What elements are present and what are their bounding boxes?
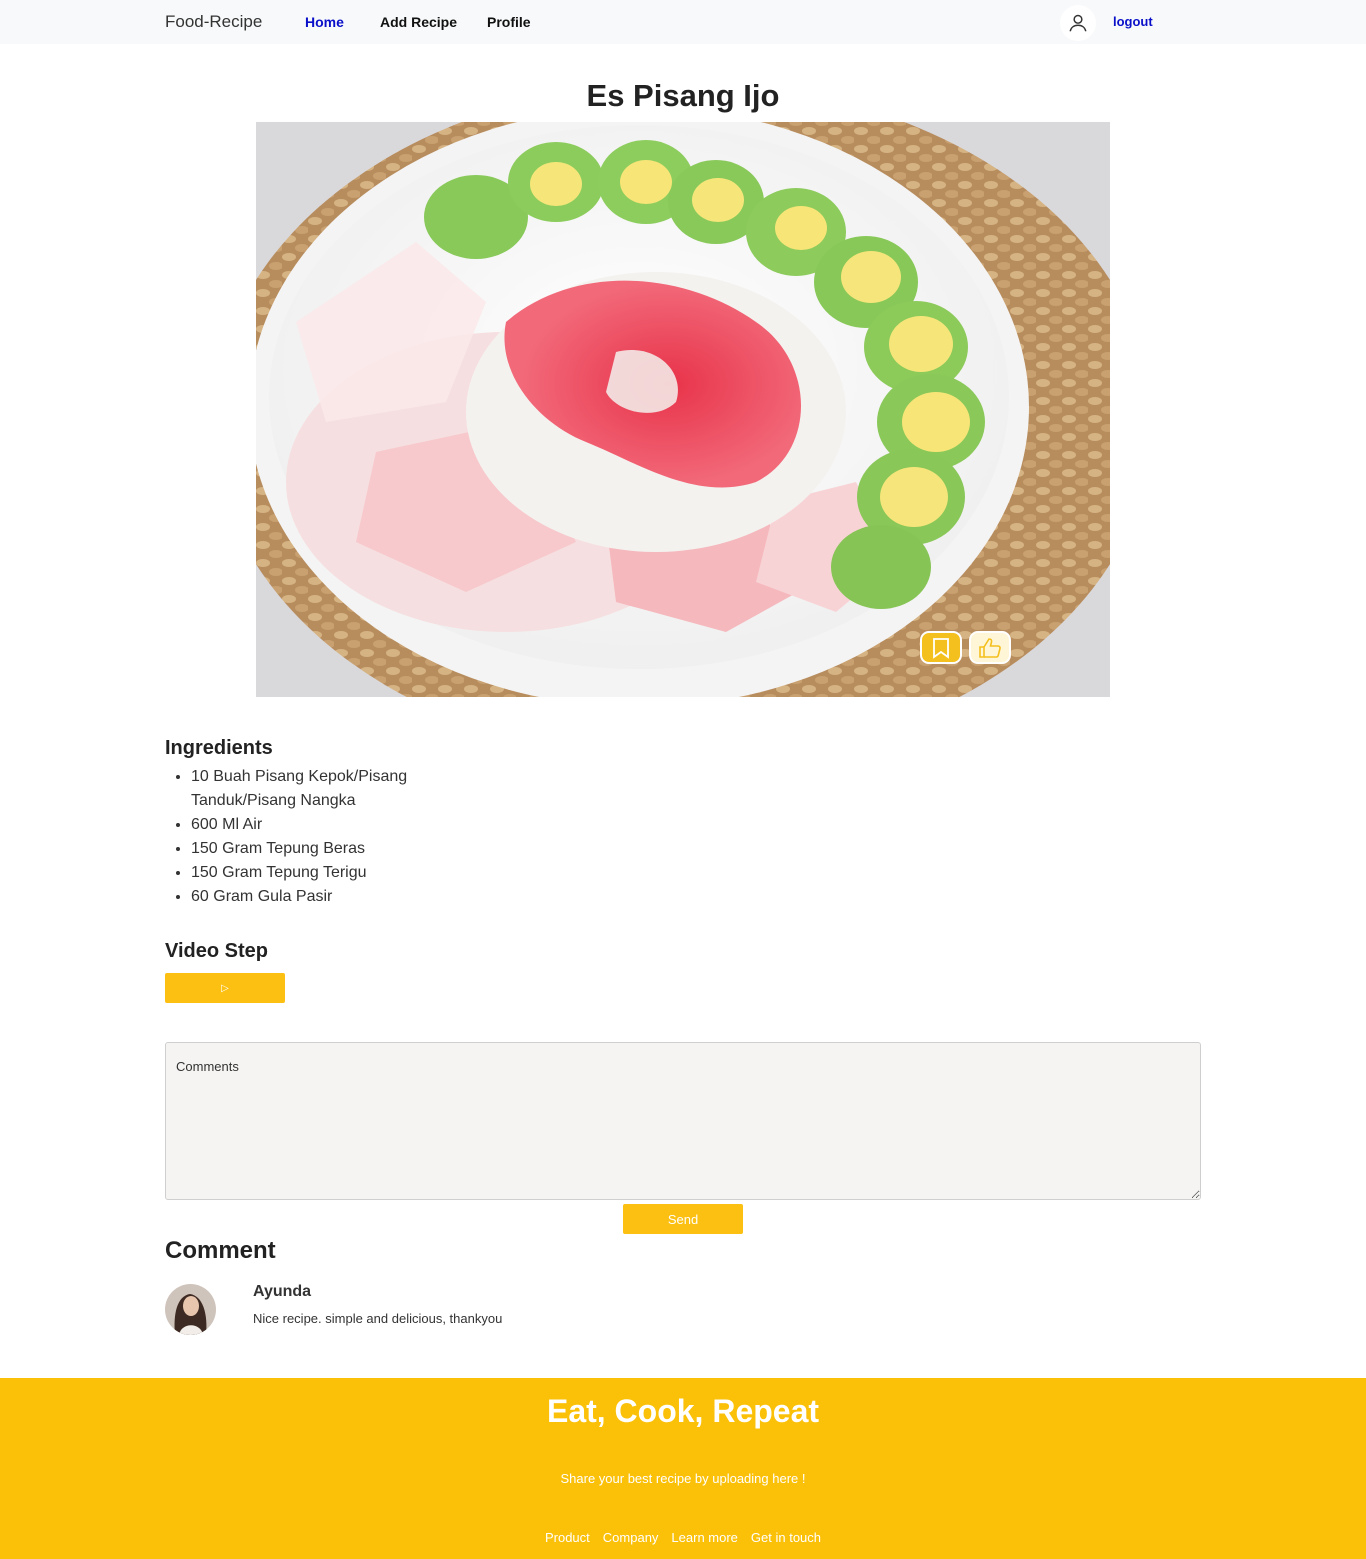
bookmark-button[interactable] <box>920 631 962 664</box>
nav-add-recipe-link[interactable]: Add Recipe <box>380 14 457 30</box>
footer-link-get-in-touch[interactable]: Get in touch <box>751 1530 821 1545</box>
nav-home-link[interactable]: Home <box>305 14 344 30</box>
navbar: Food-Recipe Home Add Recipe Profile logo… <box>0 0 1366 44</box>
video-step-heading: Video Step <box>165 940 268 962</box>
recipe-title: Es Pisang Ijo <box>586 78 780 113</box>
footer-title: Eat, Cook, Repeat <box>546 1393 820 1429</box>
ingredients-list: 10 Buah Pisang Kepok/Pisang Tanduk/Pisan… <box>191 765 421 909</box>
avatar <box>165 1284 216 1335</box>
comment-input[interactable] <box>165 1042 1201 1200</box>
list-item: 150 Gram Tepung Beras <box>191 837 421 861</box>
like-button[interactable] <box>969 631 1011 664</box>
logout-link[interactable]: logout <box>1113 14 1153 29</box>
footer-link-company[interactable]: Company <box>603 1530 659 1545</box>
comment-text: Nice recipe. simple and delicious, thank… <box>253 1311 503 1326</box>
brand-logo[interactable]: Food-Recipe <box>165 12 262 32</box>
recipe-image <box>256 122 1110 697</box>
list-item: 600 Ml Air <box>191 813 421 837</box>
footer-link-product[interactable]: Product <box>545 1530 590 1545</box>
play-icon: ▷ <box>221 982 229 994</box>
list-item: 150 Gram Tepung Terigu <box>191 861 421 885</box>
play-video-button[interactable]: ▷ <box>165 973 285 1003</box>
footer-link-learn-more[interactable]: Learn more <box>671 1530 737 1545</box>
list-item: 10 Buah Pisang Kepok/Pisang Tanduk/Pisan… <box>191 765 421 813</box>
footer: Eat, Cook, Repeat Share your best recipe… <box>0 1378 1366 1559</box>
footer-subtitle: Share your best recipe by uploading here… <box>560 1471 806 1486</box>
nav-profile-link[interactable]: Profile <box>487 14 531 30</box>
comments-heading: Comment <box>165 1237 276 1264</box>
list-item: 60 Gram Gula Pasir <box>191 885 421 909</box>
footer-links: Product Company Learn more Get in touch <box>0 1530 1366 1545</box>
send-button[interactable]: Send <box>623 1204 743 1234</box>
user-icon[interactable] <box>1060 5 1096 41</box>
ingredients-heading: Ingredients <box>165 737 273 759</box>
comment-author: Ayunda <box>253 1283 312 1300</box>
